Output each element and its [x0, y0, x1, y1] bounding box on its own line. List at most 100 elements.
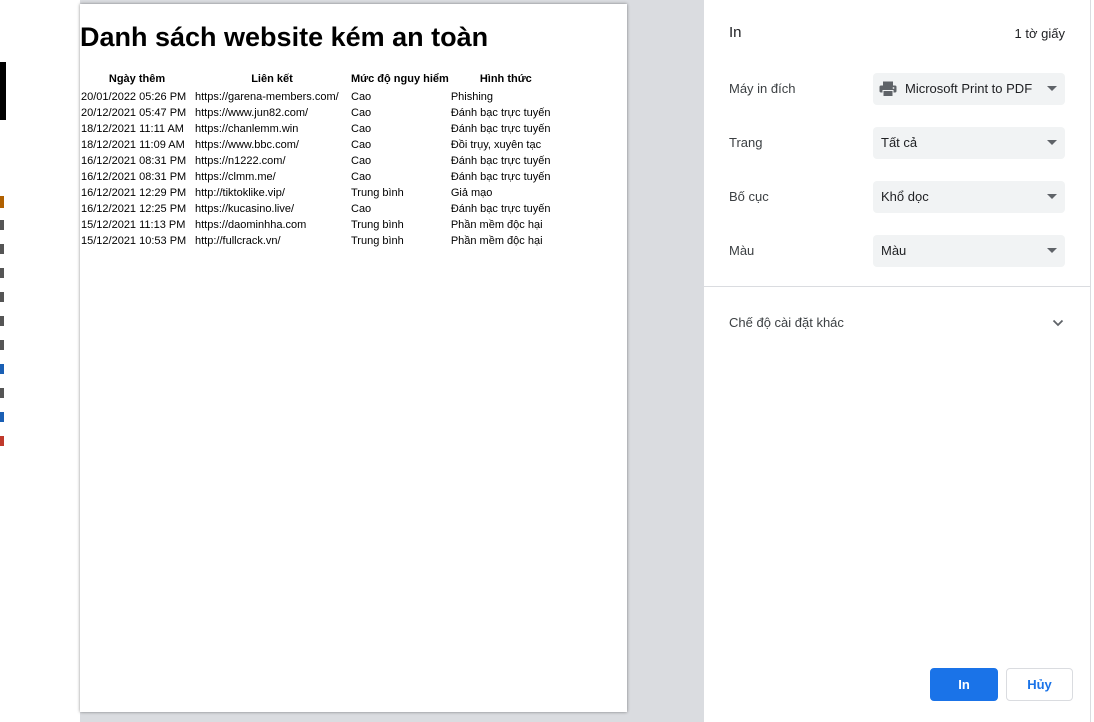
layout-setting: Bố cục Khổ dọc	[729, 181, 1065, 213]
cell-type: Đánh bạc trực tuyến	[450, 123, 551, 135]
table-row: 16/12/2021 12:29 PM http://tiktoklike.vi…	[80, 185, 562, 201]
cell-link: https://chanlemm.win	[195, 123, 299, 135]
cell-date: 15/12/2021 11:13 PM	[81, 219, 186, 231]
dropdown-arrow-icon	[1047, 86, 1057, 91]
cell-link: https://kucasino.live/	[195, 203, 295, 215]
table-row: 16/12/2021 08:31 PM https://n1222.com/ C…	[80, 153, 562, 169]
table-row: 16/12/2021 08:31 PM https://clmm.me/ Cao…	[80, 169, 562, 185]
document-title: Danh sách website kém an toàn	[80, 22, 489, 52]
cell-date: 16/12/2021 08:31 PM	[81, 155, 187, 167]
background-glyph	[0, 62, 6, 120]
background-glyph	[0, 316, 4, 326]
cell-level: Cao	[351, 91, 372, 103]
cell-date: 15/12/2021 10:53 PM	[81, 235, 187, 247]
background-glyph	[0, 220, 4, 230]
cell-link: https://www.jun82.com/	[195, 107, 309, 119]
color-setting: Màu Màu	[729, 235, 1065, 267]
color-select[interactable]: Màu	[873, 235, 1065, 267]
cell-link: https://clmm.me/	[195, 171, 276, 183]
cell-type: Phần mềm độc hại	[450, 235, 543, 247]
table-row: 16/12/2021 12:25 PM https://kucasino.liv…	[80, 201, 562, 217]
destination-select[interactable]: Microsoft Print to PDF	[873, 73, 1065, 105]
pages-value: Tất cả	[881, 135, 918, 150]
table-row: 20/12/2021 05:47 PM https://www.jun82.co…	[80, 105, 562, 121]
table-row: 15/12/2021 11:13 PM https://daominhha.co…	[80, 217, 562, 233]
cell-type: Đánh bạc trực tuyến	[450, 171, 551, 183]
background-glyph	[0, 412, 4, 422]
pages-label: Trang	[729, 135, 763, 150]
background-glyph	[0, 292, 4, 302]
cell-date: 18/12/2021 11:11 AM	[81, 123, 184, 135]
layout-value: Khổ dọc	[881, 189, 929, 204]
cell-level: Cao	[351, 107, 372, 119]
cell-type: Đánh bạc trực tuyến	[450, 155, 551, 167]
more-settings-label: Chế độ cài đặt khác	[729, 315, 844, 330]
destination-setting: Máy in đích Microsoft Print to PDF	[729, 73, 1065, 105]
dialog-title: In	[729, 24, 742, 41]
background-glyph	[0, 388, 4, 398]
chevron-down-icon	[1052, 319, 1064, 327]
cell-link: https://www.bbc.com/	[195, 139, 299, 151]
print-settings-panel: In 1 tờ giấy Máy in đích Microsoft Print…	[704, 0, 1091, 722]
destination-label: Máy in đích	[729, 81, 796, 96]
cell-type: Đồi trụy, xuyên tạc	[450, 139, 542, 151]
table-row: 15/12/2021 10:53 PM http://fullcrack.vn/…	[80, 233, 562, 249]
cell-type: Phishing	[450, 91, 494, 103]
layout-select[interactable]: Khổ dọc	[873, 181, 1065, 213]
print-preview-area[interactable]: Danh sách website kém an toàn Ngày thêm …	[80, 0, 704, 722]
cell-link: https://n1222.com/	[195, 155, 286, 167]
table-row: 18/12/2021 11:11 AM https://chanlemm.win…	[80, 121, 562, 137]
printer-icon	[879, 81, 897, 97]
cell-level: Trung bình	[351, 219, 404, 231]
cell-date: 16/12/2021 12:29 PM	[81, 187, 187, 199]
cell-date: 20/01/2022 05:26 PM	[81, 91, 187, 103]
color-value: Màu	[881, 243, 907, 258]
settings-divider	[704, 286, 1090, 287]
print-button[interactable]: In	[930, 668, 998, 701]
cell-type: Phần mềm độc hại	[450, 219, 543, 231]
background-glyph	[0, 340, 4, 350]
header-type: Hình thức	[479, 73, 532, 85]
pages-setting: Trang Tất cả	[729, 127, 1065, 159]
cell-link: http://fullcrack.vn/	[195, 235, 281, 247]
layout-label: Bố cục	[729, 189, 769, 204]
cell-level: Trung bình	[351, 187, 404, 199]
background-glyph	[0, 196, 4, 208]
background-page-fragment	[0, 0, 80, 722]
color-label: Màu	[729, 243, 755, 258]
cell-level: Cao	[351, 139, 372, 151]
cancel-button[interactable]: Hủy	[1006, 668, 1073, 701]
cell-level: Cao	[351, 203, 372, 215]
cell-type: Giả mạo	[450, 187, 493, 199]
background-glyph	[0, 364, 4, 374]
cell-date: 20/12/2021 05:47 PM	[81, 107, 187, 119]
preview-page: Danh sách website kém an toàn Ngày thêm …	[80, 4, 627, 712]
header-date-added: Ngày thêm	[108, 73, 166, 85]
cell-date: 16/12/2021 08:31 PM	[81, 171, 187, 183]
dropdown-arrow-icon	[1047, 140, 1057, 145]
unsafe-websites-table: Ngày thêm Liên kết Mức độ nguy hiểm Hình…	[80, 72, 562, 249]
cell-type: Đánh bạc trực tuyến	[450, 203, 551, 215]
dropdown-arrow-icon	[1047, 248, 1057, 253]
cell-level: Cao	[351, 123, 372, 135]
dropdown-arrow-icon	[1047, 194, 1057, 199]
cell-date: 16/12/2021 12:25 PM	[81, 203, 187, 215]
table-row: 18/12/2021 11:09 AM https://www.bbc.com/…	[80, 137, 562, 153]
cell-date: 18/12/2021 11:09 AM	[81, 139, 185, 151]
header-link: Liên kết	[251, 73, 293, 85]
cell-link: http://tiktoklike.vip/	[195, 187, 285, 199]
pages-select[interactable]: Tất cả	[873, 127, 1065, 159]
cell-type: Đánh bạc trực tuyến	[450, 107, 551, 119]
table-header-row: Ngày thêm Liên kết Mức độ nguy hiểm Hình…	[80, 72, 562, 89]
cell-link: https://daominhha.com	[195, 219, 307, 231]
background-glyph	[0, 436, 4, 446]
header-danger-level: Mức độ nguy hiểm	[351, 73, 449, 85]
cell-link: https://garena-members.com/	[195, 91, 339, 103]
table-row: 20/01/2022 05:26 PM https://garena-membe…	[80, 89, 562, 105]
background-glyph	[0, 268, 4, 278]
cell-level: Trung bình	[351, 235, 404, 247]
sheet-count: 1 tờ giấy	[1014, 26, 1065, 41]
more-settings-toggle[interactable]: Chế độ cài đặt khác	[729, 312, 1065, 336]
destination-value: Microsoft Print to PDF	[905, 81, 1033, 96]
cell-level: Cao	[351, 171, 372, 183]
